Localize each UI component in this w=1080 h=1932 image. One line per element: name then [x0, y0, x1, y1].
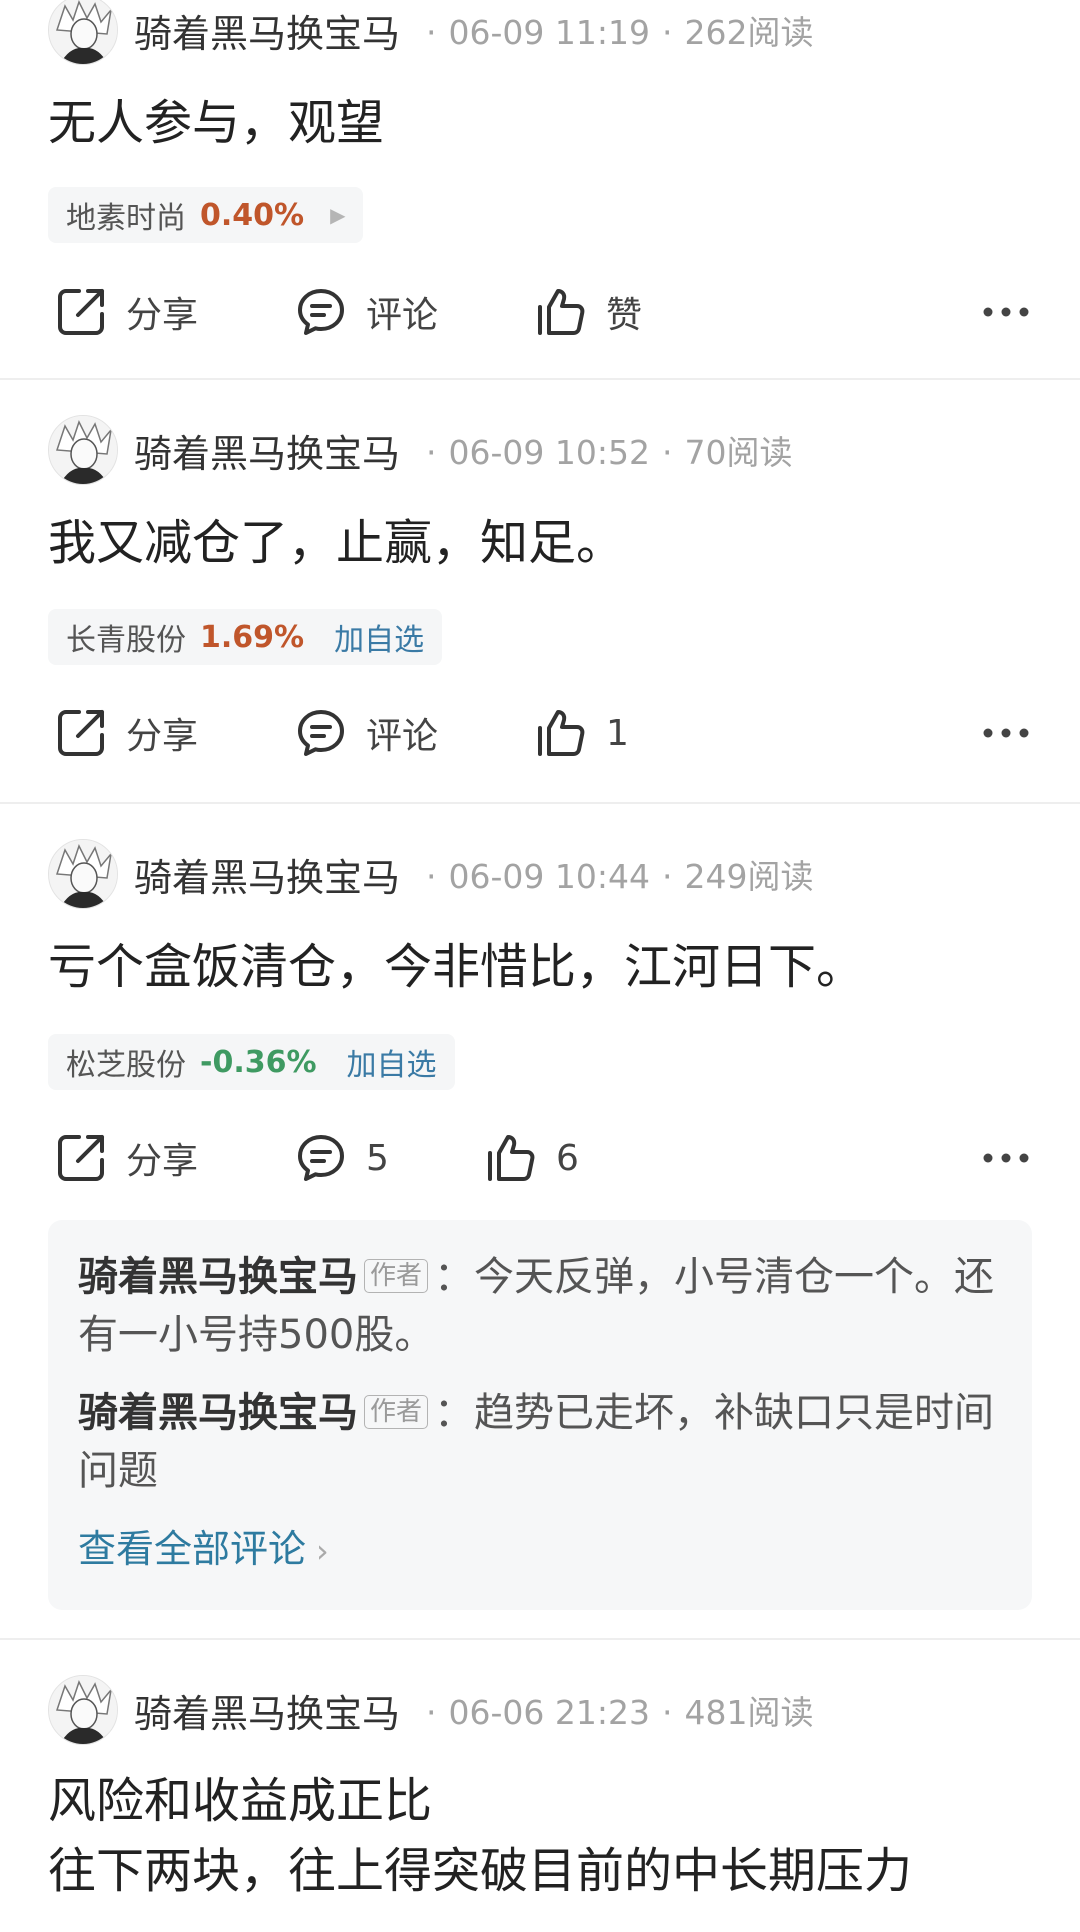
share-label: 分享: [126, 295, 199, 336]
comment-button[interactable]: 5: [294, 1123, 389, 1193]
post-meta: · 06-09 11:19 · 262阅读: [426, 13, 814, 52]
author-name[interactable]: 骑着黑马换宝马: [134, 847, 400, 902]
stock-tag[interactable]: 地素时尚 0.40% ▶: [48, 187, 364, 243]
avatar[interactable]: [48, 415, 118, 485]
avatar[interactable]: [48, 1675, 118, 1745]
like-label: 赞: [606, 295, 643, 336]
share-label: 分享: [126, 1141, 199, 1182]
author-name[interactable]: 骑着黑马换宝马: [134, 1683, 400, 1738]
author-badge: 作者: [364, 1395, 429, 1429]
comment-button[interactable]: 评论: [294, 698, 438, 768]
share-label: 分享: [126, 716, 199, 757]
comment-icon: [298, 1135, 344, 1181]
stock-name: 地素时尚: [66, 201, 186, 236]
thumbs-up-icon: [538, 710, 585, 756]
like-button[interactable]: 赞: [534, 277, 642, 347]
post-content[interactable]: 我又减仓了，止赢，知足。: [48, 508, 1040, 578]
post-header: 骑着黑马换宝马 · 06-06 21:23 · 481阅读: [48, 1674, 814, 1746]
comment-icon: [298, 289, 344, 335]
author-badge: 作者: [364, 1259, 429, 1293]
post-content[interactable]: 风险和收益成正比 往下两块，往上得突破目前的中长期压力: [48, 1766, 1040, 1906]
comment-count: 5: [366, 1137, 389, 1179]
post-3[interactable]: 骑着黑马换宝马 · 06-06 21:23 · 481阅读 风险和收益成正比 往下两块…: [0, 1640, 1080, 1932]
post-0[interactable]: 骑着黑马换宝马 · 06-09 11:19 · 262阅读 无人参与，观望 地素时尚 …: [0, 0, 1080, 380]
post-time: 06-06 21:23: [448, 1693, 650, 1732]
like-count: 6: [556, 1137, 579, 1179]
caret-right-icon: ▶: [330, 203, 346, 227]
post-time: 06-09 10:44: [448, 857, 650, 896]
comment-colon: ：: [434, 1390, 475, 1436]
comment-item[interactable]: 骑着黑马换宝马 作者 ：趋势已走坏，补缺口只是时间问题: [78, 1384, 1002, 1500]
comment-label: 评论: [366, 716, 439, 757]
like-count: 1: [606, 712, 629, 754]
post-header: 骑着黑马换宝马 · 06-09 10:44 · 249阅读: [48, 838, 814, 910]
chevron-right-icon: ›: [316, 1532, 329, 1570]
more-button[interactable]: [982, 1123, 1030, 1193]
thumbs-up-icon: [538, 289, 585, 335]
post-time: 06-09 11:19: [448, 13, 650, 52]
comment-icon: [298, 710, 344, 756]
comment-author[interactable]: 骑着黑马换宝马: [78, 1254, 358, 1300]
share-icon: [58, 1135, 104, 1181]
read-count: 70阅读: [684, 433, 793, 472]
stock-name: 松芝股份: [66, 1048, 186, 1083]
post-content[interactable]: 亏个盒饭清仓，今非惜比，江河日下。: [48, 932, 1040, 1002]
comment-author[interactable]: 骑着黑马换宝马: [78, 1390, 358, 1436]
share-icon: [58, 289, 104, 335]
comment-button[interactable]: 评论: [294, 277, 438, 347]
comment-label: 评论: [366, 295, 439, 336]
more-icon: [983, 307, 1029, 317]
share-button[interactable]: 分享: [54, 698, 198, 768]
post-content[interactable]: 无人参与，观望: [48, 88, 1040, 158]
like-button[interactable]: 6: [484, 1123, 579, 1193]
post-header: 骑着黑马换宝马 · 06-09 11:19 · 262阅读: [48, 0, 814, 66]
view-all-label: 查看全部评论: [78, 1527, 307, 1571]
post-meta: · 06-09 10:52 · 70阅读: [426, 433, 793, 472]
action-bar: 分享 评论 赞: [48, 277, 1040, 347]
stock-tag[interactable]: 长青股份 1.69% 加自选: [48, 609, 443, 665]
post-1[interactable]: 骑着黑马换宝马 · 06-09 10:52 · 70阅读 我又减仓了，止赢，知足。 长…: [0, 380, 1080, 804]
author-name[interactable]: 骑着黑马换宝马: [134, 423, 400, 478]
avatar[interactable]: [48, 0, 118, 65]
action-bar: 分享 评论 1: [48, 698, 1040, 768]
thumbs-up-icon: [488, 1135, 535, 1181]
post-time: 06-09 10:52: [448, 433, 650, 472]
more-button[interactable]: [982, 698, 1030, 768]
add-watchlist-button[interactable]: 加自选: [347, 1040, 437, 1084]
read-count: 262阅读: [684, 13, 814, 52]
stock-change: 1.69%: [200, 619, 305, 655]
post-header: 骑着黑马换宝马 · 06-09 10:52 · 70阅读: [48, 414, 793, 486]
stock-change: -0.36%: [200, 1044, 317, 1080]
avatar[interactable]: [48, 839, 118, 909]
share-icon: [58, 710, 104, 756]
stock-name: 长青股份: [66, 623, 186, 658]
post-meta: · 06-06 21:23 · 481阅读: [426, 1693, 814, 1732]
share-button[interactable]: 分享: [54, 1123, 198, 1193]
stock-change: 0.40%: [200, 197, 305, 233]
read-count: 249阅读: [684, 857, 814, 896]
add-watchlist-button[interactable]: 加自选: [334, 615, 424, 659]
author-name[interactable]: 骑着黑马换宝马: [134, 3, 400, 58]
stock-tag[interactable]: 松芝股份 -0.36% 加自选: [48, 1034, 455, 1090]
post-meta: · 06-09 10:44 · 249阅读: [426, 857, 814, 896]
comment-colon: ：: [434, 1254, 475, 1300]
read-count: 481阅读: [684, 1693, 814, 1732]
more-icon: [983, 728, 1029, 738]
more-button[interactable]: [982, 277, 1030, 347]
action-bar: 分享 5 6: [48, 1123, 1040, 1193]
share-button[interactable]: 分享: [54, 277, 198, 347]
view-all-comments-link[interactable]: 查看全部评论 ›: [78, 1520, 1002, 1580]
comments-preview: 骑着黑马换宝马 作者 ：今天反弹，小号清仓一个。还有一小号持500股。 骑着黑马换宝…: [48, 1220, 1032, 1610]
post-2[interactable]: 骑着黑马换宝马 · 06-09 10:44 · 249阅读 亏个盒饭清仓，今非惜比，江…: [0, 804, 1080, 1640]
like-button[interactable]: 1: [534, 698, 629, 768]
more-icon: [983, 1153, 1029, 1163]
comment-item[interactable]: 骑着黑马换宝马 作者 ：今天反弹，小号清仓一个。还有一小号持500股。: [78, 1248, 1002, 1364]
